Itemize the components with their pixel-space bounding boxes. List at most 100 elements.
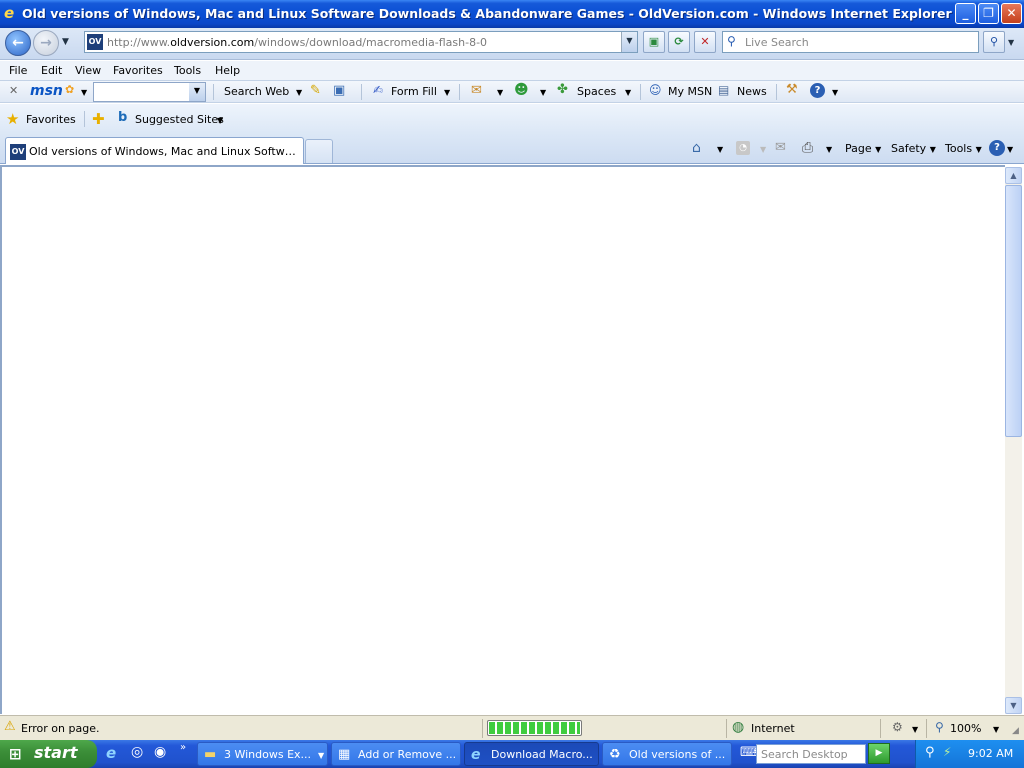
vertical-scrollbar[interactable]: ▲ ▼ [1005, 167, 1022, 714]
help-icon[interactable]: ? [989, 140, 1005, 156]
quick-launch-browser-icon[interactable]: ◎ [131, 744, 143, 760]
taskbar-item-download-macro[interactable]: e Download Macro... [464, 742, 599, 766]
msn-logo[interactable]: msn [30, 83, 63, 99]
quick-launch-more-icon[interactable]: » [180, 742, 186, 753]
desktop-search-go-button[interactable]: ▶ [868, 743, 890, 764]
restore-button[interactable]: ❐ [978, 3, 999, 24]
back-button[interactable]: ← [5, 30, 31, 56]
zoom-level[interactable]: 100% [950, 722, 981, 735]
menu-view[interactable]: View [75, 64, 101, 77]
live-search-logo-icon: ⚲ [727, 34, 736, 48]
tab-oldversion[interactable]: OV Old versions of Windows, Mac and Linu… [5, 137, 304, 164]
toolbar-options-icon[interactable]: ⚒ [786, 82, 798, 97]
protected-mode-dropdown[interactable]: ▼ [912, 725, 918, 734]
msn-menu-dropdown[interactable]: ▼ [81, 88, 87, 97]
page-content[interactable] [0, 165, 1005, 714]
notepad-icon[interactable]: ▣ [333, 83, 345, 98]
favorites-button[interactable]: Favorites [26, 113, 76, 126]
spaces-dropdown[interactable]: ▼ [625, 88, 631, 97]
spaces-button[interactable]: Spaces [577, 85, 616, 98]
scroll-down-button[interactable]: ▼ [1005, 697, 1022, 714]
address-bar[interactable]: OV http://www.oldversion.com/windows/dow… [84, 31, 638, 53]
feeds-icon[interactable]: ◔ [736, 141, 750, 155]
address-url[interactable]: http://www.oldversion.com/windows/downlo… [107, 36, 487, 49]
help-dropdown[interactable]: ▼ [1007, 145, 1013, 154]
suggested-sites-button[interactable]: Suggested Sites [135, 113, 224, 126]
home-dropdown[interactable]: ▼ [717, 145, 723, 154]
msn-search-dropdown[interactable]: ▼ [189, 83, 205, 101]
address-dropdown[interactable]: ▼ [621, 32, 637, 52]
suggested-sites-dropdown[interactable]: ▼ [217, 116, 223, 125]
live-search-box[interactable]: ⚲ Live Search [722, 31, 979, 53]
mail-dropdown[interactable]: ▼ [497, 88, 503, 97]
scroll-thumb[interactable] [1005, 185, 1022, 437]
back-arrow-icon: ← [12, 35, 24, 51]
search-button[interactable]: ⚲ [983, 31, 1005, 53]
safety-menu[interactable]: Safety ▼ [891, 142, 936, 155]
news-button[interactable]: News [737, 85, 767, 98]
resize-grip-icon[interactable]: ◢ [1012, 726, 1019, 736]
forward-arrow-icon: → [40, 35, 52, 51]
status-divider [880, 719, 881, 738]
messenger-dropdown[interactable]: ▼ [540, 88, 546, 97]
search-tray-icon[interactable]: ⚲ [925, 745, 935, 760]
stop-icon: ✕ [700, 35, 710, 48]
compatibility-view-button[interactable]: ▣ [643, 31, 665, 53]
search-web-button[interactable]: Search Web [224, 85, 289, 98]
my-msn-icon: ☺ [649, 83, 662, 97]
menu-edit[interactable]: Edit [41, 64, 62, 77]
toolbar-separator [213, 84, 214, 100]
read-mail-icon[interactable]: ✉ [775, 140, 786, 155]
taskbar-item-windows-explorer[interactable]: ▬ 3 Windows Ex... ▼ [197, 742, 328, 766]
help-icon[interactable]: ? [810, 83, 825, 98]
quick-launch-ie-icon[interactable]: e [106, 744, 116, 762]
forward-button[interactable]: → [33, 30, 59, 56]
taskbar: ⊞ start e ◎ ◉ » ▬ 3 Windows Ex... ▼ ▦ Ad… [0, 740, 1024, 768]
form-fill-dropdown[interactable]: ▼ [444, 88, 450, 97]
add-to-favorites-icon[interactable]: ✚ [92, 110, 105, 128]
task-label: Add or Remove ... [358, 748, 457, 761]
new-tab-button[interactable] [305, 139, 333, 163]
page-menu[interactable]: Page ▼ [845, 142, 881, 155]
scroll-up-button[interactable]: ▲ [1005, 167, 1022, 184]
messenger-icon[interactable]: ☻ [514, 82, 529, 98]
close-toolbar-icon[interactable]: ✕ [9, 84, 18, 97]
highlighter-icon[interactable]: ✎ [310, 83, 321, 98]
system-tray: ⚲ ⚡ 9:02 AM [915, 740, 1024, 768]
taskbar-item-old-versions[interactable]: ♻ Old versions of ... [602, 742, 732, 766]
tab-label: Old versions of Windows, Mac and Linux S… [29, 145, 301, 158]
protected-mode-icon[interactable]: ⚙ [892, 720, 903, 734]
print-dropdown[interactable]: ▼ [826, 145, 832, 154]
refresh-button[interactable]: ⟳ [668, 31, 690, 53]
taskbar-item-add-remove[interactable]: ▦ Add or Remove ... [331, 742, 461, 766]
mail-icon[interactable]: ✉ [471, 83, 482, 98]
close-button[interactable]: ✕ [1001, 3, 1022, 24]
form-fill-button[interactable]: Form Fill [391, 85, 437, 98]
msn-search-input[interactable]: ▼ [93, 82, 206, 102]
menu-file[interactable]: File [9, 64, 27, 77]
menu-tools[interactable]: Tools [174, 64, 201, 77]
search-web-dropdown[interactable]: ▼ [296, 88, 302, 97]
print-icon[interactable]: ⎙ [802, 140, 813, 156]
menu-help[interactable]: Help [215, 64, 240, 77]
menu-favorites[interactable]: Favorites [113, 64, 163, 77]
clock[interactable]: 9:02 AM [968, 747, 1013, 760]
recent-pages-dropdown[interactable]: ▼ [62, 37, 69, 47]
network-tray-icon[interactable]: ⚡ [943, 745, 951, 759]
search-options-dropdown[interactable]: ▼ [1008, 38, 1014, 47]
spaces-icon: ✤ [557, 82, 568, 97]
tools-menu[interactable]: Tools ▼ [945, 142, 982, 155]
quick-launch-media-icon[interactable]: ◉ [154, 744, 166, 760]
warning-icon[interactable]: ⚠ [4, 720, 18, 734]
zoom-dropdown[interactable]: ▼ [993, 725, 999, 734]
home-icon[interactable]: ⌂ [692, 140, 701, 156]
minimize-button[interactable]: _ [955, 3, 976, 24]
help-dropdown[interactable]: ▼ [832, 88, 838, 97]
news-icon: ▤ [718, 83, 730, 97]
desktop-search-input[interactable]: Search Desktop [756, 744, 866, 764]
stop-button[interactable]: ✕ [694, 31, 716, 53]
my-msn-button[interactable]: My MSN [668, 85, 712, 98]
status-message[interactable]: Error on page. [21, 722, 99, 735]
security-zone[interactable]: Internet [751, 722, 795, 735]
start-button[interactable]: ⊞ start [0, 740, 97, 768]
